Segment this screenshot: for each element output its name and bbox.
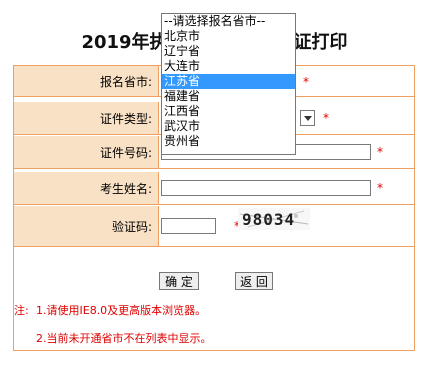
province-option[interactable]: 武汉市 (162, 119, 295, 134)
name-label: 考生姓名: (14, 172, 159, 204)
name-input[interactable] (161, 180, 371, 196)
province-option[interactable]: 北京市 (162, 29, 295, 44)
captcha-row: 验证码: * (14, 206, 414, 247)
confirm-button[interactable]: 确 定 (159, 272, 199, 290)
province-option[interactable]: 辽宁省 (162, 44, 295, 59)
province-label: 报名省市: (14, 66, 159, 96)
required-mark: * (303, 75, 309, 89)
captcha-image[interactable]: 98034 (238, 208, 310, 230)
province-option[interactable]: 大连市 (162, 59, 295, 74)
id-type-select[interactable] (300, 110, 315, 126)
note-1: 1.请使用IE8.0及更高版本浏览器。 (36, 304, 207, 317)
province-option[interactable]: 江西省 (162, 104, 295, 119)
note-2: 2.当前未开通省市不在列表中显示。 (36, 332, 212, 345)
required-mark: * (323, 111, 329, 125)
province-dropdown[interactable]: --请选择报名省市-- 北京市 辽宁省 大连市 江苏省 福建省 江西省 武汉市 … (161, 13, 296, 155)
captcha-text: 98034 (242, 210, 296, 229)
id-type-label: 证件类型: (14, 102, 159, 134)
name-row: 考生姓名: * (14, 172, 414, 205)
note-prefix: 注: (14, 304, 29, 317)
captcha-label: 验证码: (14, 206, 159, 246)
province-option-selected[interactable]: 江苏省 (162, 74, 295, 89)
required-mark: * (377, 145, 383, 159)
province-option[interactable]: 贵州省 (162, 134, 295, 149)
back-button[interactable]: 返 回 (235, 272, 273, 290)
captcha-input[interactable] (161, 218, 216, 234)
id-number-label: 证件号码: (14, 136, 159, 168)
province-option[interactable]: --请选择报名省市-- (162, 14, 295, 29)
required-mark: * (377, 181, 383, 195)
province-option[interactable]: 福建省 (162, 89, 295, 104)
